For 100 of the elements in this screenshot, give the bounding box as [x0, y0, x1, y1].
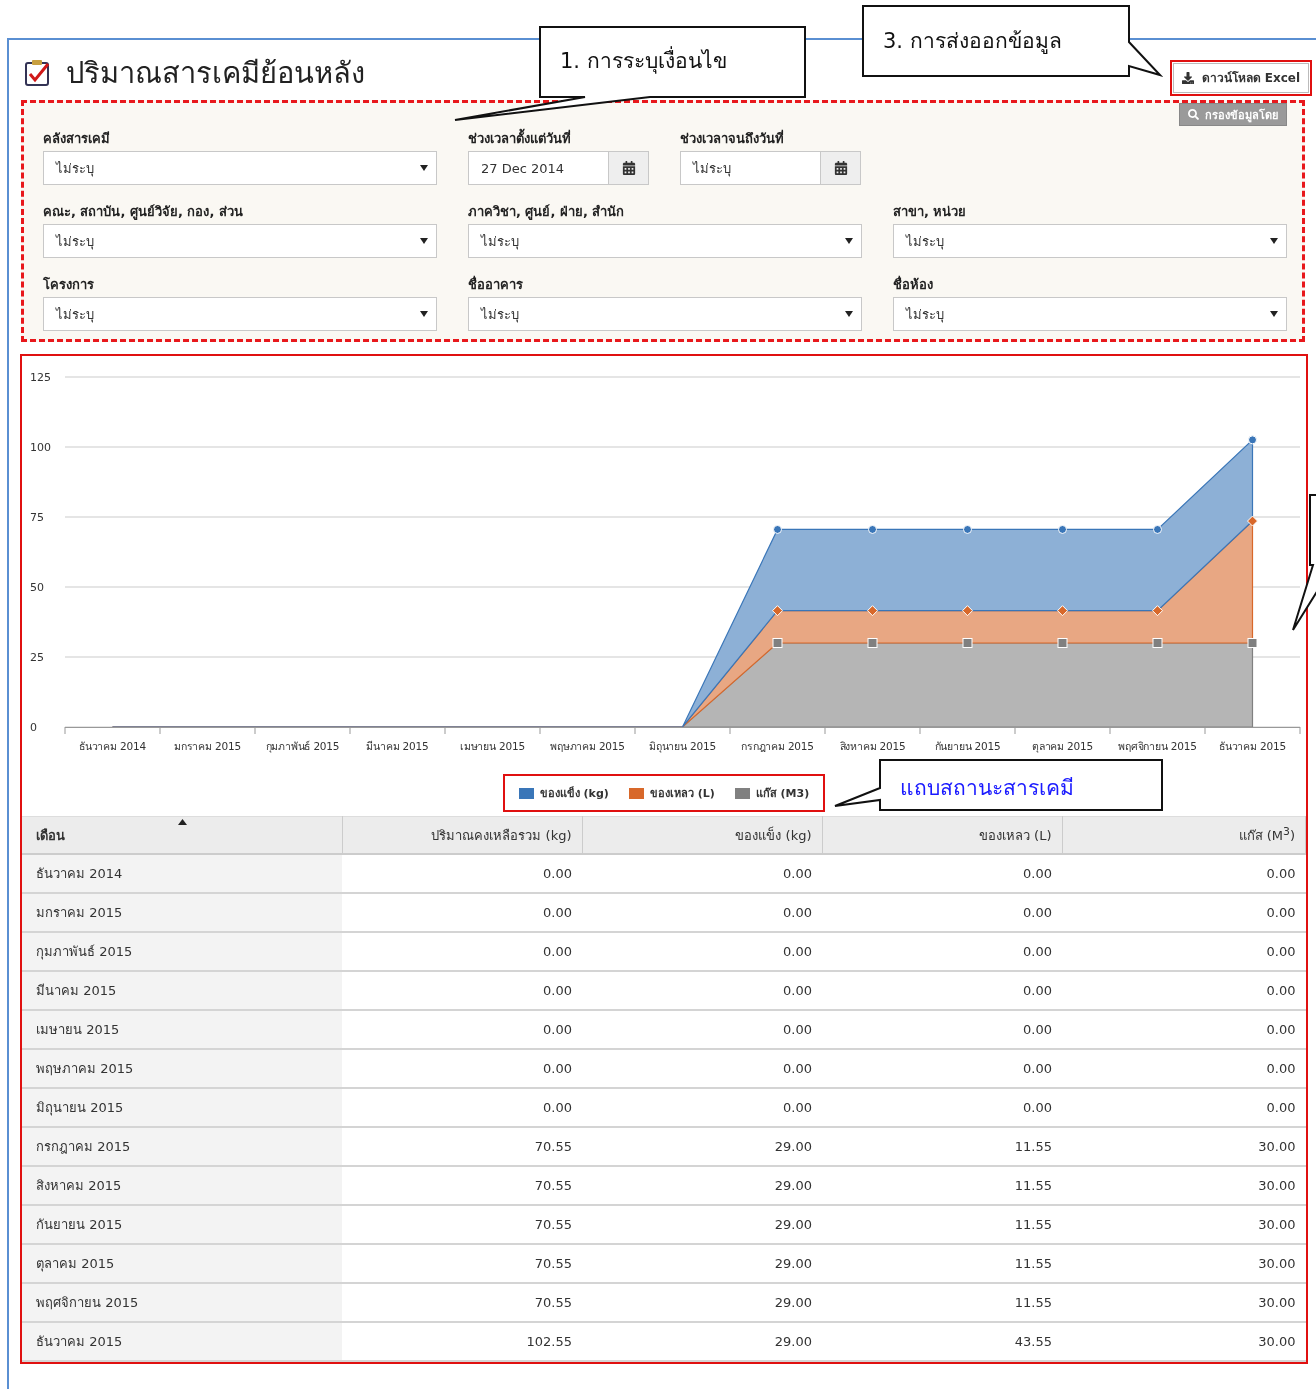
axis-label: 50: [30, 581, 44, 594]
table-cell: กันยายน 2015: [22, 1205, 342, 1244]
table-cell: ธันวาคม 2014: [22, 854, 342, 893]
data-point: [773, 524, 782, 534]
data-point: [962, 638, 973, 648]
dropdown-field[interactable]: ไม่ระบุ: [468, 224, 862, 258]
table-cell: มีนาคม 2015: [22, 971, 342, 1010]
field-label: ช่วงเวลาจนถึงวันที่: [680, 128, 785, 146]
table-cell: 0.00: [342, 893, 582, 932]
axis-label: ธันวาคม 2014: [78, 739, 147, 754]
table-cell: 0.00: [822, 1010, 1062, 1049]
callout-text: 3. การส่งออกข้อมูล: [883, 28, 1062, 56]
table-cell: 29.00: [582, 1205, 822, 1244]
dropdown-field[interactable]: ไม่ระบุ: [43, 224, 437, 258]
table-cell: 70.55: [342, 1244, 582, 1283]
table-cell: ธันวาคม 2015: [22, 1322, 342, 1361]
legend-label: ของเหลว (L): [649, 786, 715, 802]
data-point: [772, 605, 783, 617]
table-cell: 70.55: [342, 1127, 582, 1166]
table-cell: 0.00: [582, 932, 822, 971]
field-label: ช่วงเวลาตั้งแต่วันที่: [468, 128, 649, 146]
table-cell: 0.00: [1062, 932, 1306, 971]
table-cell: 0.00: [1062, 1049, 1306, 1088]
data-point: [1153, 524, 1162, 534]
data-point: [868, 524, 877, 534]
field-label: สาขา, หน่วย: [893, 203, 968, 219]
table-cell: 11.55: [822, 1166, 1062, 1205]
dropdown-field[interactable]: ไม่ระบุ: [43, 297, 437, 331]
table-cell: 30.00: [1062, 1322, 1306, 1361]
table-cell: 30.00: [1062, 1205, 1306, 1244]
callout-text: 1. การระบุเงื่อนไข: [560, 44, 727, 77]
table-cell: 0.00: [1062, 854, 1306, 893]
data-point: [1057, 638, 1068, 648]
dropdown-field[interactable]: ไม่ระบุ: [893, 297, 1287, 331]
data-point: [1057, 605, 1068, 617]
table-cell: 0.00: [582, 1049, 822, 1088]
table-cell: พฤศจิกายน 2015: [22, 1283, 342, 1322]
table-cell: 0.00: [1062, 1010, 1306, 1049]
data-point: [963, 524, 972, 534]
caret-icon: [420, 311, 428, 317]
clipboard-check-icon: [24, 58, 52, 87]
table-cell: 30.00: [1062, 1166, 1306, 1205]
table-cell: 0.00: [1062, 893, 1306, 932]
legend-label: แก๊ส (M3): [755, 786, 810, 802]
data-point: [1152, 605, 1163, 617]
data-point: [1247, 638, 1258, 648]
column-header[interactable]: ปริมาณคงเหลือรวม (kg): [342, 816, 582, 854]
caret-icon: [420, 238, 428, 244]
dropdown-field[interactable]: ไม่ระบุ: [468, 297, 862, 331]
table-cell: 0.00: [822, 893, 1062, 932]
axis-label: กรกฎาคม 2015: [740, 739, 815, 754]
data-point: [962, 605, 973, 617]
table-cell: 29.00: [582, 1283, 822, 1322]
table-cell: 0.00: [822, 971, 1062, 1010]
table-cell: 102.55: [342, 1322, 582, 1361]
axis-label: กุมภาพันธ์ 2015: [264, 739, 341, 755]
data-point: [1152, 638, 1163, 648]
data-point: [1248, 435, 1257, 445]
page-title: ปริมาณสารเคมีย้อนหลัง: [66, 54, 365, 92]
table-cell: 0.00: [582, 971, 822, 1010]
dropdown-field[interactable]: ไม่ระบุ: [43, 151, 437, 185]
table-cell: 0.00: [822, 854, 1062, 893]
data-point: [1058, 524, 1067, 534]
search-icon: [1188, 109, 1199, 120]
table-cell: 0.00: [822, 1049, 1062, 1088]
column-header[interactable]: แก๊ส (M$^{3}$): [1062, 816, 1306, 854]
dropdown-field[interactable]: ไม่ระบุ: [893, 224, 1287, 258]
table-cell: 0.00: [582, 1010, 822, 1049]
table-cell: มกราคม 2015: [22, 893, 342, 932]
field-label: คณะ, สถาบัน, ศูนย์วิจัย, กอง, ส่วน: [43, 203, 244, 219]
axis-label: พฤศจิกายน 2015: [1117, 739, 1198, 754]
field-label: ภาควิชา, ศูนย์, ฝ่าย, สำนัก: [468, 203, 626, 219]
data-point: [867, 638, 878, 648]
table-cell: กรกฎาคม 2015: [22, 1127, 342, 1166]
field-label: โครงการ: [43, 276, 95, 292]
caret-icon: [845, 238, 853, 244]
axis-label: ธันวาคม 2015: [1218, 739, 1287, 754]
column-header[interactable]: ของแข็ง (kg): [582, 816, 822, 854]
table-cell: มิถุนายน 2015: [22, 1088, 342, 1127]
caret-icon: [420, 165, 428, 171]
table-cell: 0.00: [582, 854, 822, 893]
axis-label: เมษายน 2015: [459, 739, 526, 754]
table-cell: 0.00: [1062, 1088, 1306, 1127]
axis-label: 100: [30, 441, 51, 454]
legend-label: ของแข็ง (kg): [539, 785, 609, 802]
table-cell: สิงหาคม 2015: [22, 1166, 342, 1205]
table-cell: 70.55: [342, 1166, 582, 1205]
column-header[interactable]: ของเหลว (L): [822, 816, 1062, 854]
table-cell: 30.00: [1062, 1244, 1306, 1283]
download-excel-button[interactable]: ดาวน์โหลด Excel: [1172, 62, 1309, 93]
caret-icon: [845, 311, 853, 317]
axis-label: พฤษภาคม 2015: [549, 739, 626, 754]
table-cell: 0.00: [582, 893, 822, 932]
table-cell: 0.00: [342, 1049, 582, 1088]
table-cell: 11.55: [822, 1205, 1062, 1244]
download-icon: [1181, 71, 1194, 84]
table-cell: 29.00: [582, 1127, 822, 1166]
column-header[interactable]: เดือน: [22, 816, 342, 854]
table-cell: 0.00: [1062, 971, 1306, 1010]
table-cell: 0.00: [822, 1088, 1062, 1127]
